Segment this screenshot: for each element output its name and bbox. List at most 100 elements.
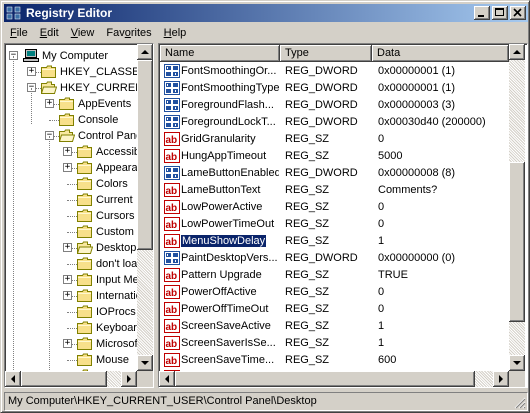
column-header-data[interactable]: Data [372, 45, 509, 62]
tree-horizontal-scrollbar[interactable] [5, 371, 137, 387]
tree-node[interactable]: + Desktop [5, 240, 153, 256]
value-row[interactable]: FontSmoothingType REG_DWORD 0x00000001 (1) [160, 80, 510, 97]
value-row[interactable]: LameButtonEnabled REG_DWORD 0x00000008 (8) [160, 165, 510, 182]
tree-node[interactable]: Mouse [5, 352, 153, 368]
folder-open-icon [58, 129, 76, 142]
scroll-right-button[interactable] [121, 371, 137, 387]
value-data: 0x00000001 (1) [378, 65, 456, 77]
scroll-left-button[interactable] [5, 371, 21, 387]
folder-icon [77, 177, 92, 190]
tree-connector [67, 264, 77, 265]
scroll-down-button[interactable] [509, 355, 525, 371]
scroll-thumb[interactable] [137, 60, 153, 250]
folder-icon [77, 321, 93, 334]
folder-icon [77, 273, 92, 286]
value-row[interactable]: ab Pattern Upgrade REG_SZ TRUE [160, 267, 510, 284]
menu-favorites[interactable]: Favorites [100, 27, 157, 39]
expand-icon[interactable]: + [63, 291, 72, 300]
tree-node[interactable]: Current [5, 192, 153, 208]
tree-node[interactable]: +HKEY_CLASSES_ROOT [5, 64, 153, 80]
tree-node-label: Console [78, 114, 119, 126]
value-data: Comments? [378, 184, 438, 196]
value-row[interactable]: ab ScreenSaveTime... REG_SZ 600 [160, 352, 510, 369]
svg-text:ab: ab [166, 186, 178, 197]
column-header-name[interactable]: Name [160, 45, 280, 62]
value-row[interactable]: ab LowPowerActive REG_SZ 0 [160, 199, 510, 216]
close-button[interactable] [510, 6, 526, 20]
folder-icon [77, 337, 92, 350]
tree-node[interactable]: don't load [5, 256, 153, 272]
expand-icon[interactable]: + [45, 99, 54, 108]
tree-connector [67, 232, 77, 233]
tree-node[interactable]: Console [5, 112, 153, 128]
value-row[interactable]: ab ScreenSaveActive REG_SZ 1 [160, 318, 510, 335]
reg-dword-icon [164, 64, 180, 78]
reg-string-icon: ab [164, 149, 180, 163]
folder-icon [77, 161, 93, 174]
value-row[interactable]: ab PowerOffTimeOut REG_SZ 0 [160, 301, 510, 318]
scroll-up-button[interactable] [137, 44, 153, 60]
value-data: 0 [378, 286, 385, 298]
scroll-down-button[interactable] [137, 355, 153, 371]
value-row[interactable]: ab PowerOffActive REG_SZ 0 [160, 284, 510, 301]
tree-node[interactable]: Cursors [5, 208, 153, 224]
value-row[interactable]: ab ScreenSaverIsSe... REG_SZ 1 [160, 335, 510, 352]
value-row[interactable]: ab LowPowerTimeOut REG_SZ 0 [160, 216, 510, 233]
expand-icon[interactable]: + [63, 147, 72, 156]
tree-node[interactable]: −HKEY_CURRENT_USER [5, 80, 153, 96]
tree-node[interactable]: − My Computer [5, 48, 153, 64]
scroll-thumb[interactable] [21, 371, 107, 387]
svg-text:ab: ab [166, 356, 178, 367]
maximize-button[interactable] [492, 6, 508, 20]
value-row[interactable]: ab GridGranularity REG_SZ 0 [160, 131, 510, 148]
value-row[interactable]: ab LameButtonText REG_SZ Comments? [160, 182, 510, 199]
title-bar[interactable]: Registry Editor [4, 4, 528, 22]
values-list-pane[interactable]: Name Type Data FontSmoothingOr... REG_DWO… [158, 43, 528, 388]
value-type: REG_SZ [285, 337, 330, 349]
list-vertical-scrollbar[interactable] [509, 44, 525, 371]
menu-edit[interactable]: Edit [34, 27, 65, 39]
tree-node[interactable]: + Appearance [5, 160, 153, 176]
folder-icon [41, 65, 57, 78]
expand-icon[interactable]: + [63, 163, 72, 172]
scroll-thumb[interactable] [509, 162, 525, 322]
folder-icon [77, 305, 92, 318]
folder-icon [77, 257, 92, 270]
tree-node[interactable]: + Input Method [5, 272, 153, 288]
scroll-up-button[interactable] [509, 44, 525, 60]
value-row[interactable]: ab HungAppTimeout REG_SZ 5000 [160, 148, 510, 165]
value-row[interactable]: ab MenuShowDelay REG_SZ 1 [160, 233, 510, 250]
resize-grip-icon[interactable] [514, 397, 526, 409]
scroll-left-button[interactable] [159, 371, 175, 387]
tree-node[interactable]: − Control Panel [5, 128, 153, 144]
tree-node[interactable]: IOProcs [5, 304, 153, 320]
menu-help[interactable]: Help [158, 27, 193, 39]
minimize-button[interactable] [474, 6, 490, 20]
expand-icon[interactable]: + [63, 339, 72, 348]
column-header-type[interactable]: Type [280, 45, 372, 62]
tree-node[interactable]: +Microsoft Input Devices [5, 336, 153, 352]
value-row[interactable]: ForegroundFlash... REG_DWORD 0x00000003 (3… [160, 97, 510, 114]
tree-node[interactable]: + Accessibility [5, 144, 153, 160]
menu-view[interactable]: View [65, 27, 101, 39]
scroll-right-button[interactable] [493, 371, 509, 387]
scroll-thumb[interactable] [175, 371, 475, 387]
value-row[interactable]: FontSmoothingOr... REG_DWORD 0x00000001 (1… [160, 63, 510, 80]
expand-icon[interactable]: + [27, 67, 36, 76]
tree-node[interactable]: Keyboard [5, 320, 153, 336]
menu-file[interactable]: File [4, 27, 34, 39]
value-row[interactable]: ForegroundLockT... REG_DWORD 0x00030d40 (2… [160, 114, 510, 131]
tree-vertical-scrollbar[interactable] [137, 44, 153, 371]
tree-node[interactable]: Colors [5, 176, 153, 192]
scroll-corner [137, 371, 153, 387]
tree-node[interactable]: Custom Colors [5, 224, 153, 240]
reg-dword-icon [164, 81, 180, 95]
value-row[interactable]: PaintDesktopVers... REG_DWORD 0x00000000 (… [160, 250, 510, 267]
tree-node[interactable]: + International [5, 288, 153, 304]
reg-string-icon: ab [164, 217, 180, 231]
expand-icon[interactable]: + [63, 275, 72, 284]
tree-node[interactable]: + AppEvents [5, 96, 153, 112]
expand-icon[interactable]: + [63, 243, 72, 252]
list-horizontal-scrollbar[interactable] [159, 371, 509, 387]
key-tree-pane[interactable]: −My Computer+HKEY_CLASSES_ROOT−HKEY_CURR… [4, 43, 154, 388]
